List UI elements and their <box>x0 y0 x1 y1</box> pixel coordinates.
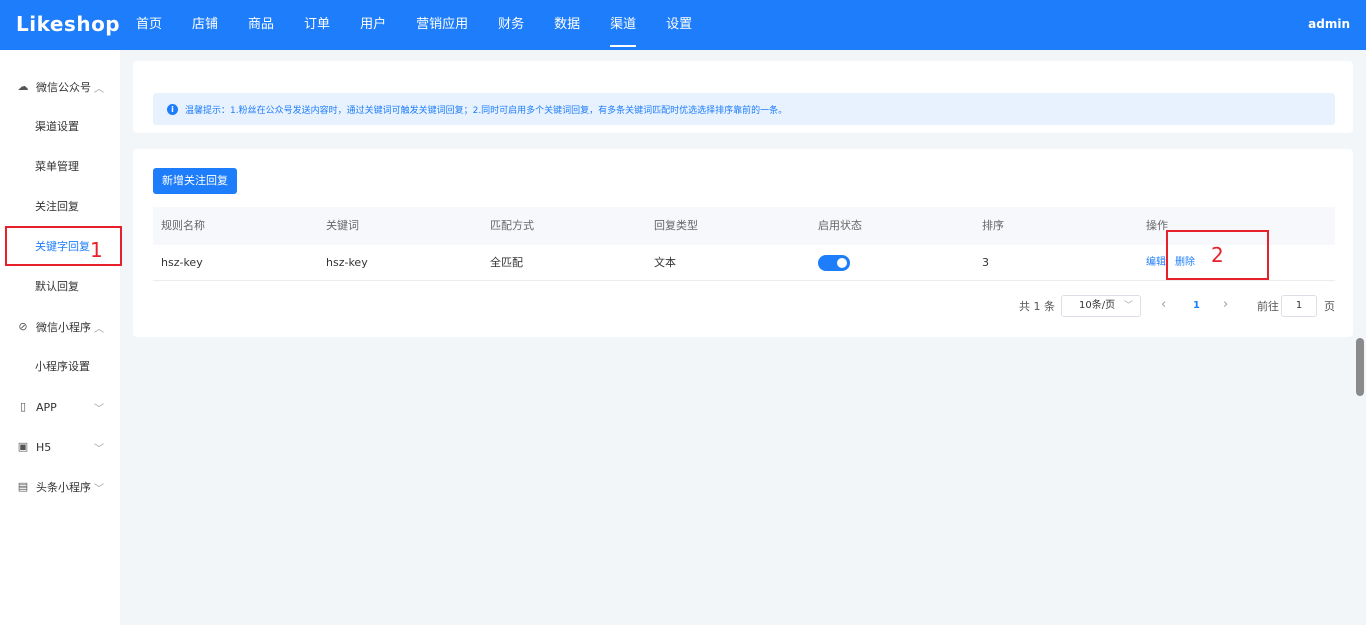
sidebar-group-wechat-official[interactable]: ☁ 微信公众号 ︿ <box>0 67 120 107</box>
add-reply-button[interactable]: 新增关注回复 <box>153 168 237 194</box>
sidebar-group-app[interactable]: ▯ APP ﹀ <box>0 387 120 427</box>
chevron-down-icon: ﹀ <box>1123 301 1133 311</box>
sidebar-item-menu-management[interactable]: 菜单管理 <box>0 147 120 187</box>
sidebar-group-label: H5 <box>36 440 52 454</box>
cell-reply-type: 文本 <box>654 256 676 269</box>
table-row: hsz-key hsz-key 全匹配 文本 3 编辑 删除 <box>153 245 1335 281</box>
cell-keyword: hsz-key <box>326 256 368 269</box>
sidebar-group-label: APP <box>36 400 57 414</box>
enabled-toggle[interactable] <box>818 255 850 271</box>
user-menu[interactable]: admin <box>1308 17 1350 31</box>
nav-settings[interactable]: 设置 <box>654 0 704 50</box>
prev-page-button[interactable]: ‹ <box>1161 297 1166 312</box>
pagination-total: 共 1 条 <box>1019 300 1055 313</box>
chevron-up-icon: ︿ <box>94 323 104 335</box>
sidebar-group-label: 微信小程序 <box>36 321 91 334</box>
column-header-reply-type: 回复类型 <box>654 219 698 232</box>
info-icon: i <box>167 103 178 115</box>
wechat-icon: ☁ <box>17 80 29 93</box>
nav-goods[interactable]: 商品 <box>236 0 286 50</box>
cell-rule-name: hsz-key <box>161 256 203 269</box>
annotation-label-1: 1 <box>90 238 103 262</box>
sidebar: ☁ 微信公众号 ︿ 渠道设置 菜单管理 关注回复 关键字回复 默认回复 ⊘ 微信… <box>0 50 120 625</box>
toutiao-icon: ▤ <box>17 480 29 493</box>
main-nav: 首页 店铺 商品 订单 用户 营销应用 财务 数据 渠道 设置 <box>124 0 710 50</box>
tip-text: 温馨提示：1.粉丝在公众号发送内容时，通过关键词可触发关键词回复；2.同时可启用… <box>185 105 788 116</box>
column-header-keyword: 关键词 <box>326 219 359 232</box>
nav-finance[interactable]: 财务 <box>486 0 536 50</box>
next-page-button[interactable]: › <box>1223 297 1228 312</box>
nav-shop[interactable]: 店铺 <box>180 0 230 50</box>
sidebar-item-miniprogram-settings[interactable]: 小程序设置 <box>0 347 120 387</box>
sidebar-group-h5[interactable]: ▣ H5 ﹀ <box>0 427 120 467</box>
chevron-down-icon: ﹀ <box>94 483 104 495</box>
page-suffix: 页 <box>1324 300 1335 313</box>
cell-sort: 3 <box>982 256 989 269</box>
annotation-box-1 <box>5 226 122 266</box>
tip-banner: i 温馨提示：1.粉丝在公众号发送内容时，通过关键词可触发关键词回复；2.同时可… <box>153 93 1335 125</box>
sidebar-group-label: 头条小程序 <box>36 481 91 494</box>
top-navbar: Likeshop 首页 店铺 商品 订单 用户 营销应用 财务 数据 渠道 设置… <box>0 0 1366 50</box>
page-size-value: 10条/页 <box>1079 300 1116 311</box>
sidebar-group-label: 微信公众号 <box>36 81 91 94</box>
chevron-down-icon: ﹀ <box>94 443 104 455</box>
chevron-up-icon: ︿ <box>94 83 104 95</box>
phone-icon: ▯ <box>19 400 27 413</box>
column-header-sort: 排序 <box>982 219 1004 232</box>
edit-link[interactable]: 编辑 <box>1146 245 1166 281</box>
column-header-status: 启用状态 <box>818 219 862 232</box>
chevron-down-icon: ﹀ <box>94 403 104 415</box>
table-header: 规则名称 关键词 匹配方式 回复类型 启用状态 排序 操作 <box>153 207 1335 245</box>
nav-home[interactable]: 首页 <box>124 0 174 50</box>
column-header-actions: 操作 <box>1146 219 1168 232</box>
tip-card: i 温馨提示：1.粉丝在公众号发送内容时，通过关键词可触发关键词回复；2.同时可… <box>133 61 1353 133</box>
nav-marketing[interactable]: 营销应用 <box>404 0 480 50</box>
sidebar-item-channel-settings[interactable]: 渠道设置 <box>0 107 120 147</box>
column-header-match-type: 匹配方式 <box>490 219 534 232</box>
sidebar-item-default-reply[interactable]: 默认回复 <box>0 267 120 307</box>
goto-label: 前往 <box>1257 300 1279 313</box>
goto-page-input[interactable]: 1 <box>1281 295 1317 317</box>
h5-icon: ▣ <box>17 440 29 453</box>
sidebar-group-toutiao[interactable]: ▤ 头条小程序 ﹀ <box>0 467 120 507</box>
column-header-rule-name: 规则名称 <box>161 219 205 232</box>
mini-program-icon: ⊘ <box>18 320 28 333</box>
nav-channel[interactable]: 渠道 <box>598 0 648 50</box>
nav-users[interactable]: 用户 <box>348 0 398 50</box>
nav-orders[interactable]: 订单 <box>292 0 342 50</box>
scrollbar[interactable] <box>1356 338 1364 396</box>
annotation-label-2: 2 <box>1211 243 1224 267</box>
cell-match-type: 全匹配 <box>490 256 523 269</box>
sidebar-group-wechat-miniprogram[interactable]: ⊘ 微信小程序 ︿ <box>0 307 120 347</box>
nav-data[interactable]: 数据 <box>542 0 592 50</box>
page-size-select[interactable]: 10条/页 ﹀ <box>1061 295 1141 317</box>
sidebar-item-follow-reply[interactable]: 关注回复 <box>0 187 120 227</box>
page-number-current[interactable]: 1 <box>1193 300 1200 311</box>
logo[interactable]: Likeshop <box>16 12 120 36</box>
